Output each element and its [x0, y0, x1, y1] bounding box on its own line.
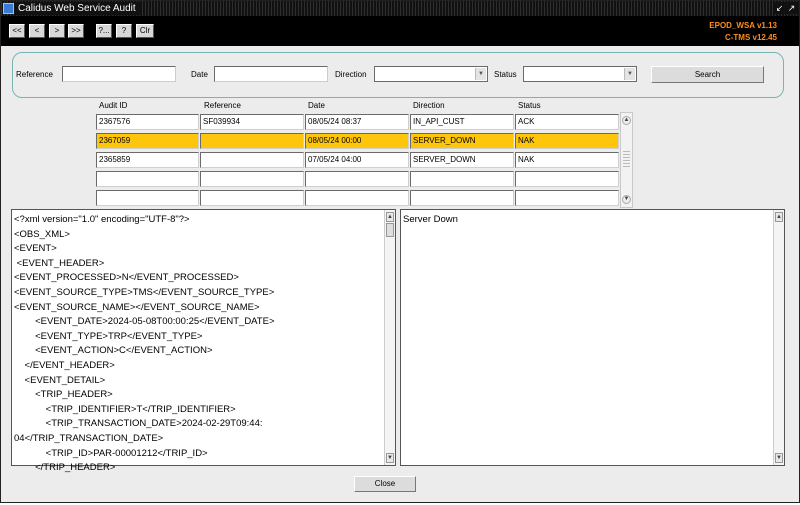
- cell-direction[interactable]: [410, 171, 514, 187]
- column-header-status: Status: [518, 101, 541, 110]
- app-icon: [3, 3, 14, 14]
- xml-line: 04</TRIP_TRANSACTION_DATE>: [14, 432, 164, 444]
- xml-line: <EVENT_DETAIL>: [14, 374, 106, 386]
- cell-date[interactable]: 08/05/24 00:00: [305, 133, 409, 149]
- xml-pane-scrollbar[interactable]: ▲ ▼: [384, 210, 395, 465]
- message-pane[interactable]: Server Down ▲ ▼: [400, 209, 785, 466]
- xml-line: <OBS_XML>: [14, 228, 70, 240]
- xml-line: <EVENT_PROCESSED>N</EVENT_PROCESSED>: [14, 272, 239, 284]
- scroll-up-icon[interactable]: ▲: [622, 116, 631, 125]
- app-version-label: EPOD_WSA v1.13: [709, 21, 777, 30]
- status-select[interactable]: ▼: [523, 66, 637, 82]
- query-builder-button[interactable]: ?...: [96, 24, 112, 38]
- scroll-down-icon[interactable]: ▼: [386, 453, 394, 463]
- xml-line: <EVENT_ACTION>C</EVENT_ACTION>: [14, 345, 213, 357]
- query-button[interactable]: ?: [116, 24, 132, 38]
- scroll-thumb[interactable]: [386, 223, 394, 237]
- cell-audit-id[interactable]: 2365859: [96, 152, 199, 168]
- xml-payload-pane[interactable]: <?xml version="1.0" encoding="UTF-8"?> <O…: [11, 209, 396, 473]
- column-header-reference: Reference: [204, 101, 241, 110]
- cell-audit-id[interactable]: 2367576: [96, 114, 199, 130]
- cell-date[interactable]: [305, 171, 409, 187]
- cell-direction[interactable]: SERVER_DOWN: [410, 133, 514, 149]
- cell-date[interactable]: 07/05/24 04:00: [305, 152, 409, 168]
- cell-direction[interactable]: [410, 190, 514, 206]
- cell-reference[interactable]: [200, 190, 304, 206]
- close-button[interactable]: Close: [354, 476, 416, 492]
- xml-line: <EVENT_SOURCE_TYPE>TMS</EVENT_SOURCE_TYP…: [14, 286, 275, 298]
- scroll-down-icon[interactable]: ▼: [775, 453, 783, 463]
- cell-date[interactable]: 08/05/24 08:37: [305, 114, 409, 130]
- xml-line: <TRIP_TRANSACTION_DATE>2024-02-29T09:44:: [14, 418, 263, 430]
- cell-status[interactable]: [515, 190, 619, 206]
- chevron-down-icon[interactable]: ▼: [475, 68, 486, 80]
- previous-record-button[interactable]: <: [29, 24, 45, 38]
- chevron-down-icon[interactable]: ▼: [624, 68, 635, 80]
- cell-audit-id[interactable]: [96, 171, 199, 187]
- scroll-grip[interactable]: [623, 151, 630, 167]
- xml-line: <?xml version="1.0" encoding="UTF-8"?>: [14, 214, 190, 225]
- xml-line: <TRIP_HEADER>: [14, 389, 113, 401]
- status-label: Status: [494, 70, 517, 79]
- title-bar: Calidus Web Service Audit ↙ ↗: [1, 1, 799, 16]
- date-label: Date: [191, 70, 208, 79]
- reference-input[interactable]: [62, 66, 176, 82]
- cell-reference[interactable]: [200, 152, 304, 168]
- column-header-direction: Direction: [413, 101, 445, 110]
- column-header-date: Date: [308, 101, 325, 110]
- message-pane-scrollbar[interactable]: ▲ ▼: [773, 210, 784, 465]
- tms-version-label: C-TMS v12.45: [724, 33, 777, 42]
- cell-direction[interactable]: SERVER_DOWN: [410, 152, 514, 168]
- toolbar: << < > >> ?... ? Clr EPOD_WSA v1.13 C-TM…: [1, 16, 799, 46]
- xml-line: </EVENT_HEADER>: [14, 359, 115, 371]
- xml-line: <TRIP_ID>PAR-00001212</TRIP_ID>: [14, 447, 208, 459]
- cell-audit-id[interactable]: [96, 190, 199, 206]
- reference-label: Reference: [16, 70, 53, 79]
- message-text: Server Down: [403, 214, 458, 225]
- clear-button[interactable]: Clr: [136, 24, 154, 38]
- xml-payload-text: <?xml version="1.0" encoding="UTF-8"?> <O…: [14, 213, 275, 476]
- grid-scrollbar[interactable]: ▲ ▼: [620, 112, 633, 208]
- minimize-icon[interactable]: ↙: [774, 2, 785, 14]
- first-record-button[interactable]: <<: [9, 24, 25, 38]
- maximize-icon[interactable]: ↗: [786, 2, 797, 14]
- scroll-up-icon[interactable]: ▲: [775, 212, 783, 222]
- date-input[interactable]: [214, 66, 328, 82]
- search-button[interactable]: Search: [651, 66, 764, 83]
- xml-line: <EVENT_SOURCE_NAME></EVENT_SOURCE_NAME>: [14, 301, 260, 313]
- xml-line: <TRIP_IDENTIFIER>T</TRIP_IDENTIFIER>: [14, 403, 236, 415]
- xml-line: <EVENT_TYPE>TRP</EVENT_TYPE>: [14, 330, 203, 342]
- xml-line: <EVENT>: [14, 243, 57, 255]
- xml-line: <EVENT_DATE>2024-05-08T00:00:25</EVENT_D…: [14, 316, 275, 328]
- cell-audit-id[interactable]: 2367059: [96, 133, 199, 149]
- cell-reference[interactable]: SF039934: [200, 114, 304, 130]
- direction-label: Direction: [335, 70, 367, 79]
- direction-select[interactable]: ▼: [374, 66, 488, 82]
- cell-status[interactable]: NAK: [515, 152, 619, 168]
- scroll-down-icon[interactable]: ▼: [622, 195, 631, 204]
- cell-status[interactable]: ACK: [515, 114, 619, 130]
- window-title: Calidus Web Service Audit: [16, 2, 140, 15]
- cell-reference[interactable]: [200, 133, 304, 149]
- last-record-button[interactable]: >>: [68, 24, 84, 38]
- cell-status[interactable]: [515, 171, 619, 187]
- cell-direction[interactable]: IN_API_CUST: [410, 114, 514, 130]
- scroll-up-icon[interactable]: ▲: [386, 212, 394, 222]
- xml-line: <EVENT_HEADER>: [14, 257, 105, 269]
- cell-reference[interactable]: [200, 171, 304, 187]
- next-record-button[interactable]: >: [49, 24, 65, 38]
- cell-status[interactable]: NAK: [515, 133, 619, 149]
- cell-date[interactable]: [305, 190, 409, 206]
- column-header-audit-id: Audit ID: [99, 101, 128, 110]
- xml-line: </TRIP_HEADER>: [14, 462, 116, 474]
